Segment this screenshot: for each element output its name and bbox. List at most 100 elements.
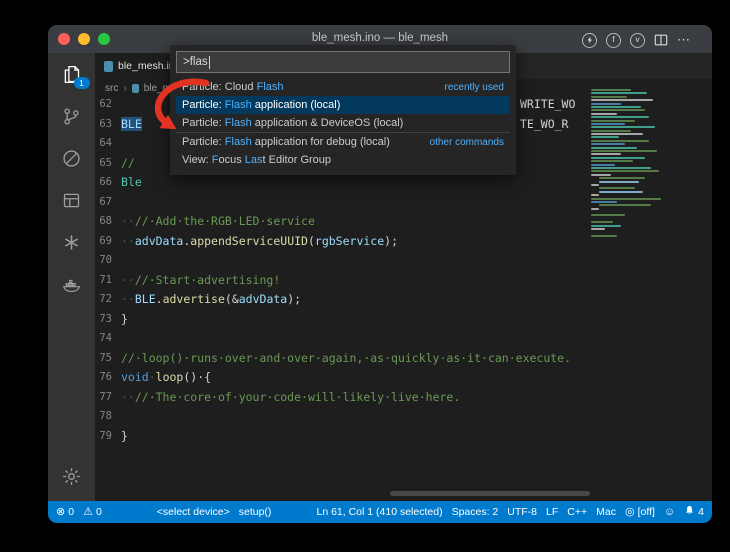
status-item-text: Mac (596, 506, 616, 518)
status-item-cursor-position[interactable]: Ln 61, Col 1 (410 selected) (316, 506, 442, 518)
palette-group-label: other commands (430, 137, 504, 148)
line-number[interactable]: 62 (95, 95, 112, 115)
code-line[interactable]: 67 (95, 193, 590, 213)
file-type-icon (104, 61, 113, 72)
docker-whale-icon[interactable] (59, 273, 85, 295)
status-item-encoding[interactable]: UTF-8 (507, 506, 537, 518)
circle-v-icon[interactable]: v (630, 33, 645, 48)
code-text: } (112, 427, 128, 447)
more-actions-icon[interactable]: ⋯ (677, 32, 690, 48)
status-item-language-mode[interactable]: C++ (567, 506, 587, 518)
code-line[interactable]: 69··advData.appendServiceUUID(rgbService… (95, 232, 590, 252)
palette-item-particle-flash-application-local[interactable]: Particle: Flash application (local) (176, 96, 510, 114)
clipped-code-fragment: TE_WO_R (520, 115, 568, 135)
circle-slash-icon[interactable] (59, 147, 85, 169)
breadcrumb-folder[interactable]: src (105, 83, 118, 94)
line-number[interactable]: 65 (95, 154, 112, 174)
status-item-eol[interactable]: LF (546, 506, 558, 518)
source-control-icon[interactable] (59, 105, 85, 127)
code-text: ··BLE.advertise(&advData); (112, 290, 301, 310)
status-item-text: 4 (698, 506, 704, 518)
code-text: void·loop()·{ (112, 368, 211, 388)
code-line[interactable]: 75//·loop()·runs·over·and·over·again,·as… (95, 349, 590, 369)
explorer-icon[interactable]: 1 (59, 63, 85, 85)
command-palette-input[interactable]: >flas (176, 51, 510, 73)
status-item-problems-warnings[interactable]: ⚠0 (83, 506, 102, 518)
editor-layout-icon[interactable] (59, 189, 85, 211)
horizontal-scrollbar[interactable] (390, 491, 590, 496)
code-line[interactable]: 73} (95, 310, 590, 330)
line-number[interactable]: 71 (95, 271, 112, 291)
line-number[interactable]: 66 (95, 173, 112, 193)
status-item-text: 0 (68, 506, 74, 518)
line-number[interactable]: 75 (95, 349, 112, 369)
code-line[interactable]: 70 (95, 251, 590, 271)
desktop-background: ble_mesh.ino — ble_mesh fv⋯ 1 ble_mesh.i… (0, 0, 730, 552)
code-line[interactable]: 79} (95, 427, 590, 447)
code-text (112, 193, 121, 213)
titlebar-actions: fv ⋯ (582, 32, 690, 48)
line-number[interactable]: 69 (95, 232, 112, 252)
status-item-text: LF (546, 506, 558, 518)
status-item-text: [off] (638, 506, 655, 518)
clipped-code-fragment: WRITE_WO (520, 95, 575, 115)
line-number[interactable]: 67 (95, 193, 112, 213)
command-palette: >flas Particle: Cloud Flashrecently used… (170, 45, 516, 175)
problems-errors-icon: ⊗ (56, 507, 65, 518)
command-palette-query: >flas (183, 56, 208, 68)
circle-f-icon[interactable]: f (606, 33, 621, 48)
palette-group-label: recently used (445, 82, 504, 93)
line-number[interactable]: 72 (95, 290, 112, 310)
status-item-text: Spaces: 2 (452, 506, 499, 518)
minimap[interactable] (591, 89, 707, 471)
code-text: // (112, 154, 135, 174)
file-type-icon (132, 84, 139, 93)
asterisk-icon[interactable] (59, 231, 85, 253)
line-number[interactable]: 74 (95, 329, 112, 349)
compile-icon[interactable] (582, 33, 597, 48)
code-text: } (112, 310, 128, 330)
palette-item-label: Particle: Flash application for debug (l… (182, 136, 390, 148)
problems-warnings-icon: ⚠ (83, 507, 93, 518)
code-line[interactable]: 74 (95, 329, 590, 349)
settings-gear-icon[interactable] (59, 465, 85, 487)
feedback-smiley-icon: ☺ (664, 507, 675, 518)
palette-item-particle-flash-application-deviceos-local[interactable]: Particle: Flash application & DeviceOS (… (176, 114, 510, 132)
code-line[interactable]: 77··//·The·core·of·your·code·will·likely… (95, 388, 590, 408)
line-number[interactable]: 70 (95, 251, 112, 271)
split-editor-icon[interactable] (654, 33, 668, 47)
status-item-feedback-smiley[interactable]: ☺ (664, 507, 675, 518)
code-text (112, 251, 121, 271)
status-bar: ⊗0⚠0<select device>setup() Ln 61, Col 1 … (48, 501, 712, 523)
code-text: Ble (112, 173, 142, 193)
status-item-notifications-bell[interactable]: 4 (684, 505, 704, 519)
line-number[interactable]: 68 (95, 212, 112, 232)
code-line[interactable]: 76void·loop()·{ (95, 368, 590, 388)
line-number[interactable]: 76 (95, 368, 112, 388)
code-line[interactable]: 66Ble (95, 173, 590, 193)
code-text: BLE (112, 115, 142, 135)
status-item-text: setup() (239, 506, 272, 518)
status-item-indentation[interactable]: Spaces: 2 (452, 506, 499, 518)
palette-item-label: Particle: Flash application (local) (182, 99, 340, 111)
line-number[interactable]: 78 (95, 407, 112, 427)
code-line[interactable]: 68··//·Add·the·RGB·LED·service (95, 212, 590, 232)
line-number[interactable]: 73 (95, 310, 112, 330)
code-line[interactable]: 78 (95, 407, 590, 427)
status-item-screencast-mode[interactable]: ◎[off] (625, 506, 655, 518)
code-line[interactable]: 71··//·Start·advertising! (95, 271, 590, 291)
line-number[interactable]: 63 (95, 115, 112, 135)
palette-item-particle-flash-application-debug-local[interactable]: Particle: Flash application for debug (l… (176, 132, 510, 151)
status-item-current-function[interactable]: setup() (239, 506, 272, 518)
status-item-platform[interactable]: Mac (596, 506, 616, 518)
code-line[interactable]: 72··BLE.advertise(&advData); (95, 290, 590, 310)
palette-item-particle-cloud-flash[interactable]: Particle: Cloud Flashrecently used (176, 78, 510, 96)
line-number[interactable]: 64 (95, 134, 112, 154)
status-right: Ln 61, Col 1 (410 selected) Spaces: 2 UTF-… (316, 505, 704, 519)
line-number[interactable]: 79 (95, 427, 112, 447)
status-item-select-device[interactable]: <select device> (157, 506, 230, 518)
palette-item-view-focus-last-editor-group[interactable]: View: Focus Last Editor Group (176, 151, 510, 169)
status-item-problems-errors[interactable]: ⊗0 (56, 506, 74, 518)
line-number[interactable]: 77 (95, 388, 112, 408)
code-text: ··advData.appendServiceUUID(rgbService); (112, 232, 398, 252)
